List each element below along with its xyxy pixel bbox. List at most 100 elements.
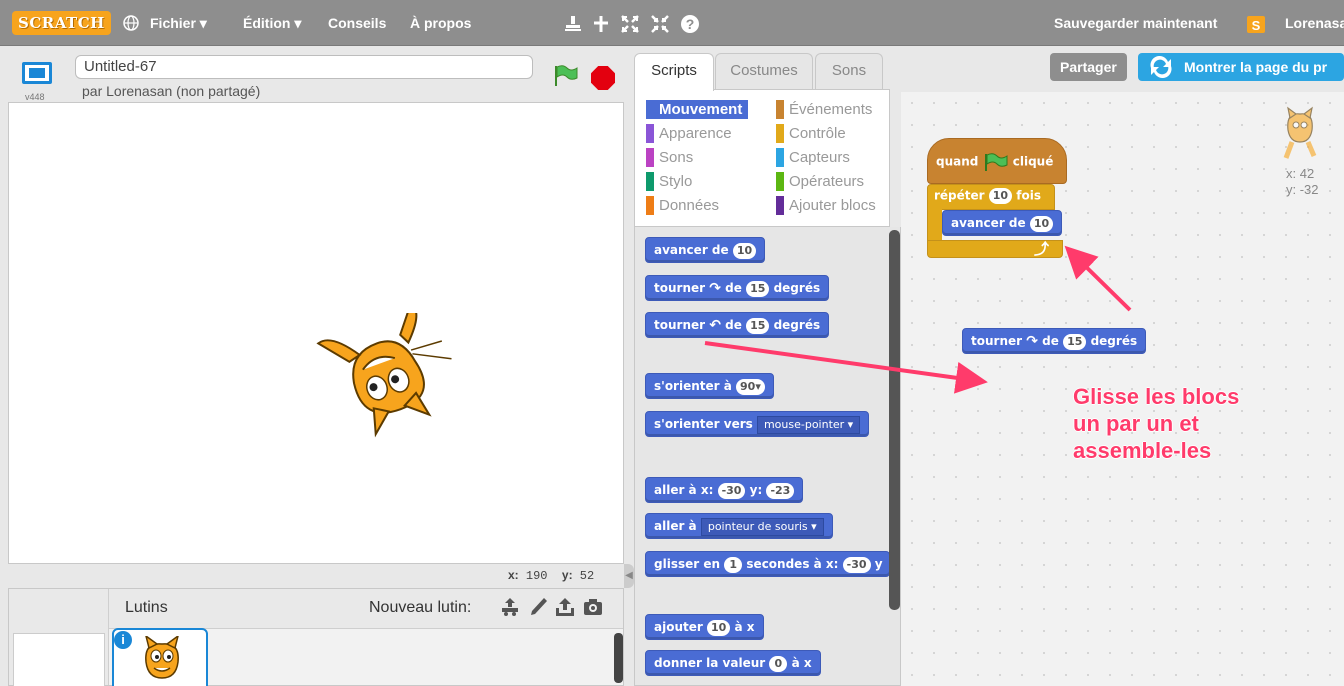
block-number-input[interactable]: 15 [746,280,770,297]
stage-canvas[interactable] [8,102,624,564]
tab-scripts[interactable]: Scripts [634,53,714,91]
block-number-input[interactable]: 0 [769,655,788,672]
block-change-x[interactable]: ajouter 10 à x [645,614,764,640]
block-point-in-direction[interactable]: s'orienter à 90▾ [645,373,774,399]
stage-thumbnail[interactable] [13,633,105,686]
block-number-input[interactable]: -30 [842,556,871,573]
block-when-flag-clicked[interactable]: quand cliqué [927,138,1067,184]
help-icon[interactable]: ? [680,0,700,46]
category-motion[interactable]: Mouvement [646,100,749,119]
category-sensing[interactable]: Capteurs [776,148,850,167]
block-go-to[interactable]: aller à pointeur de souris ▾ [645,513,833,539]
menu-edit[interactable]: Édition ▾ [243,0,301,46]
menu-tips[interactable]: Conseils [328,0,386,46]
block-turn-right[interactable]: tourner ↷ de 15 degrés [645,275,830,301]
block-move-steps[interactable]: avancer de 10 [645,237,766,263]
tab-costumes[interactable]: Costumes [715,53,813,89]
block-label: de [725,281,742,295]
block-glide[interactable]: glisser en 1 secondes à x: -30 y [645,551,890,577]
category-color-swatch [646,124,654,143]
block-number-input[interactable]: 15 [1063,333,1087,350]
palette-scrollbar[interactable] [889,230,900,610]
block-dropdown-input[interactable]: 90▾ [736,378,765,395]
block-point-towards[interactable]: s'orienter vers mouse-pointer ▾ [645,411,870,437]
category-looks[interactable]: Apparence [646,124,732,143]
block-label: cliqué [1012,154,1054,169]
category-label: Sons [659,149,694,166]
category-label: Apparence [659,125,732,142]
category-sound[interactable]: Sons [646,148,693,167]
scratch-logo[interactable]: SCRATCH [12,11,111,35]
turn-right-icon: ↷ [1026,333,1038,350]
turn-right-icon: ↷ [709,280,721,297]
camera-icon[interactable] [582,596,604,618]
my-stuff-icon[interactable]: S [1245,0,1267,46]
block-number-input[interactable]: -23 [766,482,795,499]
stage-size-toggle-icon[interactable] [22,62,52,84]
category-data[interactable]: Données [646,196,719,215]
choose-sprite-library-icon[interactable] [499,596,521,618]
new-sprite-tools [499,595,604,618]
block-dropdown[interactable]: pointeur de souris ▾ [700,517,824,536]
block-number-input[interactable]: 10 [988,188,1013,204]
globe-icon[interactable] [122,0,140,46]
shrink-icon[interactable] [650,0,670,46]
block-turn-right-loose[interactable]: tourner ↷ de 15 degrés [962,328,1147,354]
new-sprite-label: Nouveau lutin: [369,599,472,616]
see-project-page-button[interactable]: Montrer la page du pr [1138,53,1344,81]
category-color-swatch [646,100,654,119]
turn-left-icon: ↶ [709,317,721,334]
instruction-line: assemble-les [1073,438,1212,463]
category-control[interactable]: Contrôle [776,124,846,143]
username-menu[interactable]: Lorenasan [1285,0,1344,46]
scratch-cat-sprite[interactable] [309,313,459,443]
category-more-blocks[interactable]: Ajouter blocs [776,196,876,215]
sprite-info-icon[interactable]: i [114,631,132,649]
project-byline: par Lorenasan (non partagé) [82,83,261,99]
block-label: degrés [1090,334,1138,348]
category-pen[interactable]: Stylo [646,172,692,191]
block-label: avancer de [654,243,729,257]
category-operators[interactable]: Opérateurs [776,172,864,191]
block-label: glisser en [654,557,721,571]
block-repeat[interactable]: répéter 10 fois [927,184,1055,210]
block-number-input[interactable]: 10 [706,619,731,636]
block-label: à x [734,620,755,634]
block-number-input[interactable]: 15 [746,317,770,334]
block-set-x[interactable]: donner la valeur 0 à x [645,650,821,676]
svg-text:?: ? [686,16,695,32]
block-number-input[interactable]: 10 [732,242,757,259]
paint-brush-icon[interactable] [527,596,549,618]
block-label: s'orienter à [654,379,732,393]
collapse-handle-icon[interactable]: ◀ [624,564,634,588]
project-title-input[interactable]: Untitled-67 [75,55,533,79]
block-number-input[interactable]: 1 [724,556,743,573]
loop-arrow-icon: ⤴ [1034,241,1050,258]
save-now-button[interactable]: Sauvegarder maintenant [1054,0,1217,46]
block-dropdown[interactable]: mouse-pointer ▾ [756,415,861,434]
menu-file[interactable]: Fichier ▾ [150,0,207,46]
duplicate-stamp-icon[interactable] [563,0,583,46]
upload-sprite-icon[interactable] [554,596,576,618]
tab-sounds[interactable]: Sons [815,53,883,89]
block-number-input[interactable]: 10 [1029,215,1054,232]
block-number-input[interactable]: -30 [717,482,746,499]
category-color-swatch [776,124,784,143]
grow-icon[interactable] [620,0,640,46]
menu-about[interactable]: À propos [410,0,471,46]
category-events[interactable]: Événements [776,100,872,119]
stop-sign-icon[interactable] [591,66,615,90]
share-button[interactable]: Partager [1050,53,1127,81]
coords-x-label: x: [508,568,519,582]
sprites-scrollbar[interactable] [614,633,623,683]
block-turn-left[interactable]: tourner ↶ de 15 degrés [645,312,830,338]
sprites-panel: Lutins Nouveau lutin: i [8,588,624,686]
cut-scissors-icon[interactable] [591,0,611,46]
green-flag-icon[interactable] [553,64,579,86]
block-go-to-xy[interactable]: aller à x: -30 y: -23 [645,477,804,503]
block-label: fois [1016,188,1041,203]
block-label: donner la valeur [654,656,766,670]
category-label: Opérateurs [789,173,865,190]
block-move-steps-in-loop[interactable]: avancer de 10 [942,210,1063,236]
block-label: s'orienter vers [654,417,753,431]
